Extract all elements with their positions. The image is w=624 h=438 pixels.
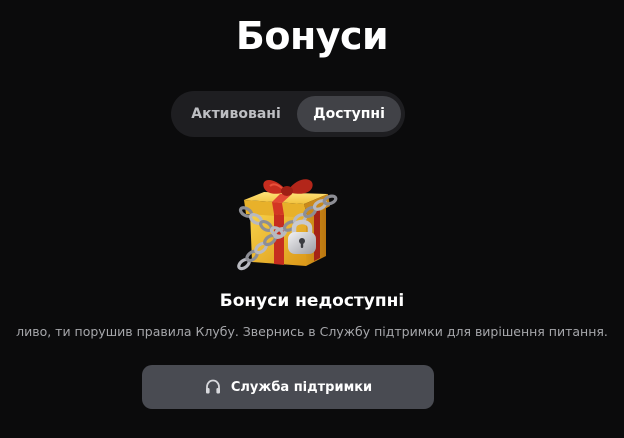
page-title: Бонуси [235,14,389,58]
bonus-tabs: Активовані Доступні [171,91,405,137]
status-title: Бонуси недоступні [219,291,405,311]
locked-gift-icon [230,168,342,276]
tab-activated[interactable]: Активовані [177,96,295,132]
headset-icon [204,378,222,396]
support-button-label: Служба підтримки [230,379,373,395]
status-message: ливо, ти порушив правила Клубу. Звернись… [0,320,624,344]
tab-available[interactable]: Доступні [297,96,401,132]
support-button[interactable]: Служба підтримки [142,365,434,409]
status-message-text: ливо, ти порушив правила Клубу. Звернись… [16,324,608,339]
